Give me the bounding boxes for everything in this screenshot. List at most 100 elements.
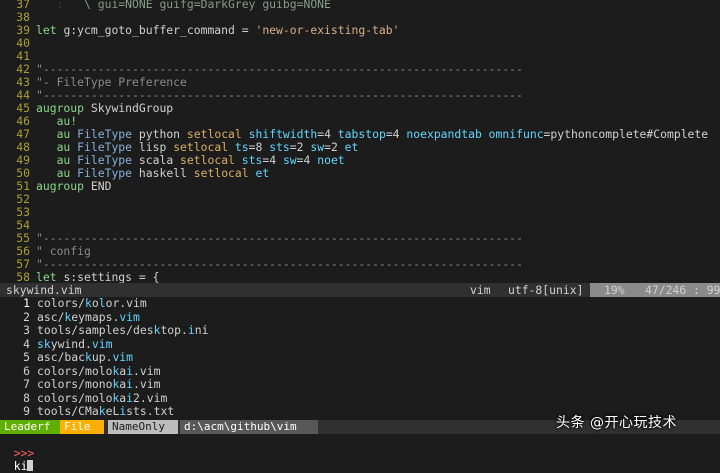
prompt-input[interactable]: ki xyxy=(14,459,28,473)
code-token: FileType xyxy=(77,153,139,167)
code-text: au FileType lisp setlocal ts=8 sts=2 sw=… xyxy=(36,140,359,154)
path-segment: 2.vim xyxy=(133,390,168,405)
match-highlight: i xyxy=(187,323,195,337)
status-filename: skywind.vim xyxy=(6,283,82,297)
code-token: : xyxy=(36,0,71,11)
code-token: =2 xyxy=(289,140,311,154)
path-segment: colors/ xyxy=(37,296,86,310)
leaderf-match-mode[interactable]: NameOnly xyxy=(108,420,178,434)
code-line[interactable]: 52 xyxy=(0,192,720,207)
code-token: au xyxy=(56,140,78,154)
code-text: " config xyxy=(36,244,91,258)
match-highlight: l xyxy=(98,296,106,310)
result-index: 5 xyxy=(23,350,30,364)
code-token: =pythoncomplete#Complete xyxy=(543,127,709,141)
match-highlight: sk xyxy=(37,336,51,351)
code-line[interactable]: 45 augroup SkywindGroup xyxy=(0,101,720,116)
result-index: 8 xyxy=(23,390,30,405)
code-token: 'new-or-existing-tab' xyxy=(255,23,400,37)
path-segment: eL xyxy=(105,404,120,418)
code-text: "---------------------------------------… xyxy=(36,257,523,271)
code-token: "---------------------------------------… xyxy=(36,62,523,76)
code-token: =4 xyxy=(317,127,338,141)
match-highlight: k xyxy=(98,404,106,418)
code-token: setlocal xyxy=(193,166,256,180)
code-token: setlocal xyxy=(173,140,235,154)
code-text: au! xyxy=(36,114,78,128)
path-segment: or.vim xyxy=(105,296,147,310)
code-line[interactable]: 53 xyxy=(0,205,720,220)
result-index: 7 xyxy=(23,377,30,391)
leaderf-result-list[interactable]: 1 colors/kolor.vim 2 asc/keymaps.vim 3 tools/… xyxy=(0,296,720,420)
status-cursor-position: 47/246 : 99 xyxy=(645,283,720,297)
result-index: 3 xyxy=(23,323,30,337)
code-line[interactable]: 40 xyxy=(0,36,720,51)
match-highlight: vim xyxy=(112,350,134,364)
result-path: colors/molokai.vim xyxy=(37,364,160,378)
code-text: let s:settings = { xyxy=(36,270,159,283)
result-index: 2 xyxy=(23,309,30,324)
code-token: =4 xyxy=(262,153,283,167)
code-line[interactable]: 58 let s:settings = { xyxy=(0,270,720,283)
code-text: : \ gui=NONE guifg=DarkGrey guibg=NONE xyxy=(36,0,331,11)
code-text: "---------------------------------------… xyxy=(36,88,523,102)
code-line[interactable]: 37 : \ gui=NONE guifg=DarkGrey guibg=NON… xyxy=(0,0,720,12)
code-token: lisp xyxy=(138,140,174,154)
code-text: augroup END xyxy=(36,179,111,193)
path-segment: colors/mono xyxy=(37,377,113,391)
code-token: "---------------------------------------… xyxy=(36,88,523,102)
path-segment: .vim xyxy=(133,377,161,391)
code-line[interactable]: 55 "-------------------------------------… xyxy=(0,231,720,246)
vim-editor-buffer[interactable]: 37 : \ gui=NONE guifg=DarkGrey guibg=NON… xyxy=(0,0,720,283)
code-text: au FileType scala setlocal sts=4 sw=4 no… xyxy=(36,153,345,167)
code-text: let g:ycm_goto_buffer_command = 'new-or-… xyxy=(36,23,399,37)
watermark: 头条 @开心玩技术 xyxy=(556,415,677,431)
code-token: scala xyxy=(138,153,181,167)
result-index: 1 xyxy=(23,296,30,310)
leaderf-cwd: d:\acm\github\vim xyxy=(180,420,318,434)
status-filetype: vim xyxy=(470,283,491,297)
code-token: au xyxy=(56,127,78,141)
result-path: colors/molokai2.vim xyxy=(37,391,167,405)
code-token: et xyxy=(344,140,359,154)
code-line[interactable]: 51 augroup END xyxy=(0,179,720,194)
path-segment: colors/molo xyxy=(37,390,113,405)
match-highlight: vim xyxy=(91,336,113,351)
code-text: "---------------------------------------… xyxy=(36,62,523,76)
path-segment: top. xyxy=(160,323,188,337)
code-token: "- FileType Preference xyxy=(36,75,187,89)
code-token: noet xyxy=(317,153,345,167)
match-highlight: i xyxy=(126,390,134,405)
result-path: asc/backup.vim xyxy=(37,350,133,364)
code-token: =2 xyxy=(324,140,345,154)
code-token: SkywindGroup xyxy=(90,101,174,115)
code-token: =8 xyxy=(248,140,270,154)
status-encoding: utf-8[unix] xyxy=(508,283,584,297)
result-index: 6 xyxy=(23,363,30,378)
leaderf-prompt[interactable]: >>> ki xyxy=(0,434,720,473)
code-token: " config xyxy=(36,244,91,258)
code-token: setlocal xyxy=(180,153,242,167)
code-line[interactable]: 39 let g:ycm_goto_buffer_command = 'new-o… xyxy=(0,23,720,38)
code-token: FileType xyxy=(77,140,139,154)
code-token: sw xyxy=(282,153,297,167)
path-segment: sts.txt xyxy=(126,404,175,418)
result-index: 9 xyxy=(23,404,30,418)
result-path: colors/monokai.vim xyxy=(37,377,160,391)
code-token: haskell xyxy=(138,166,194,180)
result-path: tools/CMakeLists.txt xyxy=(37,404,174,418)
code-token: ts xyxy=(234,140,249,154)
status-percent: 19% xyxy=(604,283,625,297)
path-segment: asc/bac xyxy=(37,350,86,364)
code-token: au! xyxy=(56,114,78,128)
vim-status-line: skywind.vim vim utf-8[unix] 19% 47/246 :… xyxy=(0,283,720,297)
result-path: asc/keymaps.vim xyxy=(37,310,140,324)
path-segment: tools/CMa xyxy=(37,404,99,418)
code-token: =4 xyxy=(385,127,407,141)
code-token: let xyxy=(36,270,64,283)
